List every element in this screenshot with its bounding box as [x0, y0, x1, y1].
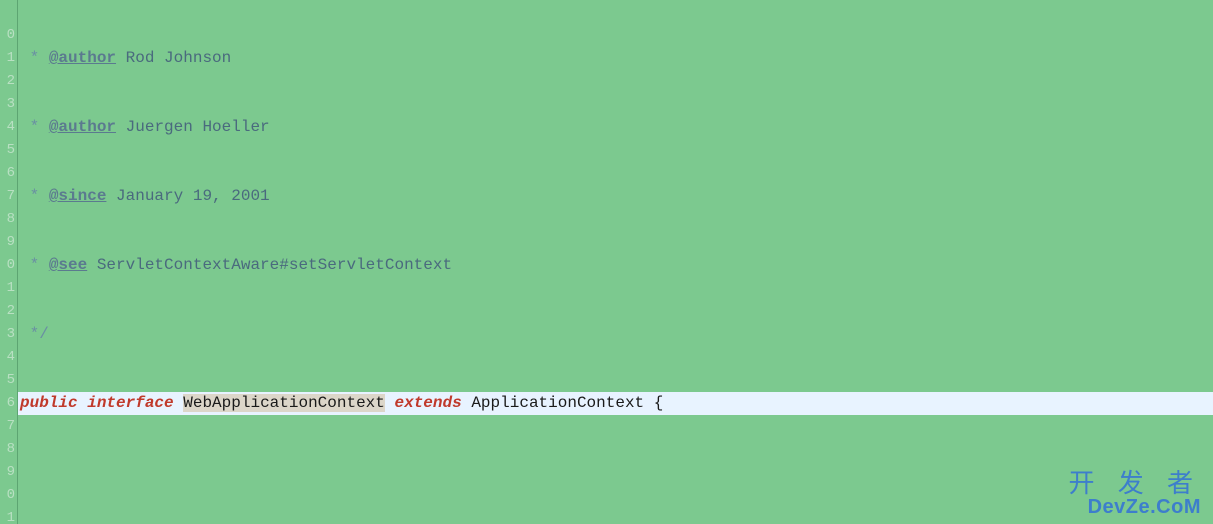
code-line[interactable]: * @see ServletContextAware#setServletCon…	[20, 254, 1213, 277]
code-area[interactable]: * @author Rod Johnson * @author Juergen …	[18, 0, 1213, 524]
line-number: 4	[0, 116, 15, 139]
space	[385, 394, 395, 412]
comment-text: *	[20, 187, 49, 205]
javadoc-tag: @author	[49, 118, 116, 136]
javadoc-tag: @author	[49, 49, 116, 67]
line-number: 1	[0, 507, 15, 524]
space	[78, 394, 88, 412]
line-number: 9	[0, 231, 15, 254]
line-number: 5	[0, 139, 15, 162]
code-line[interactable]: * @since January 19, 2001	[20, 185, 1213, 208]
javadoc-tag: @see	[49, 256, 87, 274]
line-number	[0, 1, 15, 24]
line-number: 0	[0, 254, 15, 277]
highlighted-identifier: WebApplicationContext	[183, 394, 385, 412]
line-number: 8	[0, 438, 15, 461]
line-number: 2	[0, 70, 15, 93]
comment-text: *	[20, 256, 49, 274]
line-number: 6	[0, 162, 15, 185]
space	[174, 394, 184, 412]
line-number: 1	[0, 277, 15, 300]
line-number: 4	[0, 346, 15, 369]
line-number-gutter: 0 1 2 3 4 5 6 7 8 9 0 1 2 3 4 5 6 7 8 9 …	[0, 0, 18, 524]
code-line-current[interactable]: public interface WebApplicationContext e…	[18, 392, 1213, 415]
line-number: 0	[0, 24, 15, 47]
code-line[interactable]	[20, 461, 1213, 484]
javadoc-text: Rod Johnson	[116, 49, 231, 67]
keyword: interface	[87, 394, 173, 412]
code-line[interactable]: * @author Rod Johnson	[20, 47, 1213, 70]
javadoc-tag: @since	[49, 187, 107, 205]
line-number: 6	[0, 392, 15, 415]
comment-text: */	[20, 325, 49, 343]
line-number: 3	[0, 93, 15, 116]
line-number: 1	[0, 47, 15, 70]
line-number: 8	[0, 208, 15, 231]
line-number: 0	[0, 484, 15, 507]
line-number: 7	[0, 415, 15, 438]
line-number: 9	[0, 461, 15, 484]
line-number: 5	[0, 369, 15, 392]
code-editor[interactable]: 0 1 2 3 4 5 6 7 8 9 0 1 2 3 4 5 6 7 8 9 …	[0, 0, 1213, 524]
line-number: 7	[0, 185, 15, 208]
space	[462, 394, 472, 412]
javadoc-text: January 19, 2001	[106, 187, 269, 205]
comment-text: *	[20, 49, 49, 67]
keyword: public	[20, 394, 78, 412]
code-line[interactable]: * @author Juergen Hoeller	[20, 116, 1213, 139]
comment-text: *	[20, 118, 49, 136]
javadoc-text: ServletContextAware#setServletContext	[87, 256, 452, 274]
code-line[interactable]: */	[20, 323, 1213, 346]
identifier: ApplicationContext {	[471, 394, 663, 412]
keyword: extends	[395, 394, 462, 412]
line-number: 2	[0, 300, 15, 323]
line-number: 3	[0, 323, 15, 346]
javadoc-text: Juergen Hoeller	[116, 118, 270, 136]
